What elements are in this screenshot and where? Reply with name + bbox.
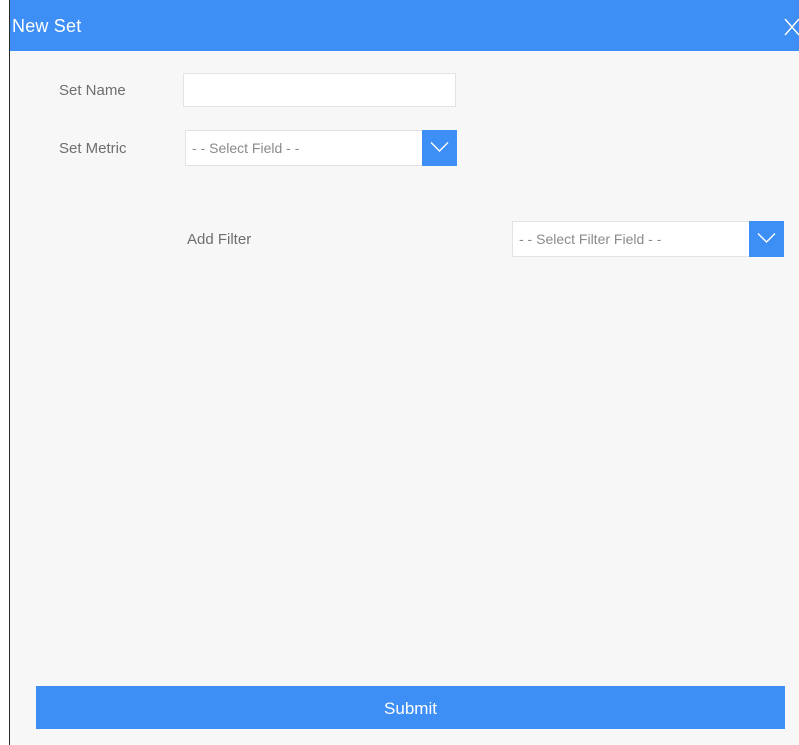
- set-metric-label: Set Metric: [59, 140, 127, 157]
- set-name-input[interactable]: [183, 73, 456, 107]
- submit-button[interactable]: Submit: [36, 686, 785, 729]
- add-filter-label: Add Filter: [187, 231, 252, 248]
- chevron-down-icon[interactable]: [749, 221, 784, 257]
- filter-field-select[interactable]: - - Select Filter Field - -: [512, 221, 784, 257]
- chevron-down-icon[interactable]: [422, 130, 457, 166]
- close-icon[interactable]: [784, 18, 799, 36]
- set-name-label: Set Name: [59, 82, 126, 99]
- set-metric-select[interactable]: - - Select Field - -: [185, 130, 457, 166]
- filter-field-selected-value: - - Select Filter Field - -: [519, 231, 662, 247]
- dialog-titlebar: New Set: [10, 0, 799, 51]
- new-set-dialog: New Set Set Name Set Metric - - Select F…: [9, 0, 799, 745]
- dialog-title: New Set: [12, 16, 82, 36]
- set-metric-selected-value: - - Select Field - -: [192, 140, 300, 156]
